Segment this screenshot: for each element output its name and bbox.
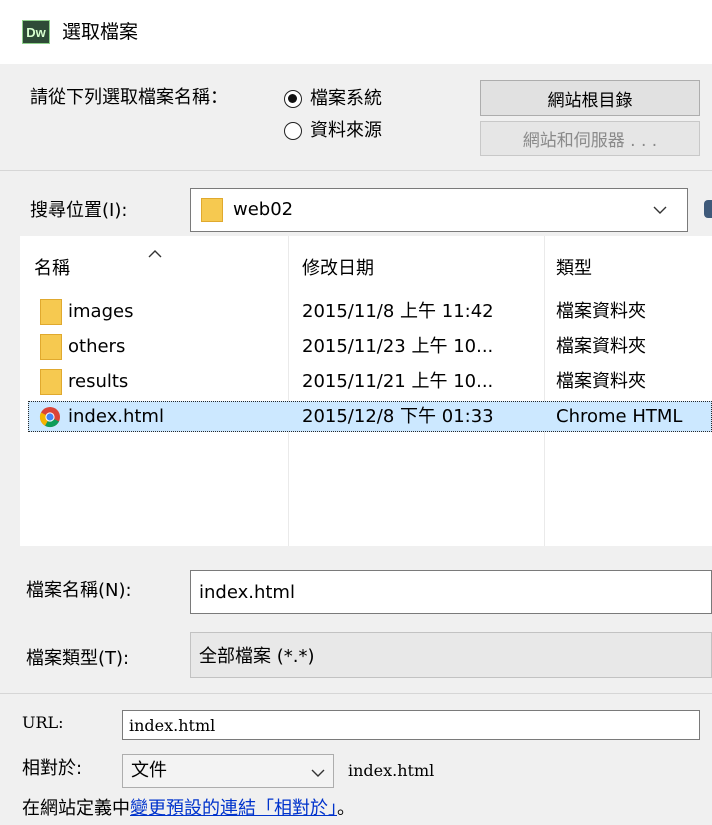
folder-icon xyxy=(40,369,62,395)
row-type: 檔案資料夾 xyxy=(556,336,646,357)
change-relative-link[interactable]: 變更預設的連結「相對於」 xyxy=(130,798,337,819)
look-in-value: web02 xyxy=(233,199,294,220)
table-row[interactable]: others 2015/11/23 上午 10... 檔案資料夾 xyxy=(34,332,712,362)
chevron-down-icon xyxy=(653,206,667,214)
file-name-label: 檔案名稱(N): xyxy=(26,580,132,601)
row-type: Chrome HTML xyxy=(556,406,683,427)
radio-file-system-indicator[interactable] xyxy=(284,90,302,108)
divider xyxy=(0,170,712,171)
folder-icon xyxy=(40,299,62,325)
look-in-dropdown[interactable]: web02 xyxy=(190,188,688,232)
relative-to-label: 相對於: xyxy=(22,758,83,779)
relative-to-value: 文件 xyxy=(131,760,167,781)
file-type-dropdown[interactable]: 全部檔案 (*.*) xyxy=(190,632,712,678)
divider xyxy=(0,693,712,694)
radio-data-source[interactable]: 資料來源 xyxy=(284,118,424,144)
column-header-name[interactable]: 名稱 xyxy=(34,256,70,282)
row-date: 2015/11/8 上午 11:42 xyxy=(302,301,494,322)
row-date: 2015/11/21 上午 10... xyxy=(302,371,494,392)
radio-file-system-label: 檔案系統 xyxy=(310,88,382,109)
footer-suffix: 。 xyxy=(337,798,355,819)
chevron-down-icon xyxy=(311,769,325,777)
dreamweaver-logo-icon: Dw xyxy=(22,20,50,44)
site-root-button[interactable]: 網站根目錄 xyxy=(480,80,700,116)
radio-file-system[interactable]: 檔案系統 xyxy=(284,86,424,112)
sites-and-servers-button[interactable]: 網站和伺服器 . . . xyxy=(480,121,700,156)
footer-note: 在網站定義中變更預設的連結「相對於」。 xyxy=(22,796,355,822)
row-type: 檔案資料夾 xyxy=(556,301,646,322)
table-row[interactable]: results 2015/11/21 上午 10... 檔案資料夾 xyxy=(34,367,712,397)
chrome-icon xyxy=(39,407,60,428)
footer-prefix: 在網站定義中 xyxy=(22,798,130,819)
row-name: images xyxy=(68,301,134,322)
toolbar-icon[interactable] xyxy=(704,200,712,218)
folder-icon xyxy=(201,198,223,222)
row-type: 檔案資料夾 xyxy=(556,371,646,392)
look-in-label: 搜尋位置(I): xyxy=(30,200,128,221)
relative-path: index.html xyxy=(348,761,435,780)
file-type-label: 檔案類型(T): xyxy=(26,648,130,669)
sort-ascending-icon xyxy=(148,250,162,258)
row-name: others xyxy=(68,336,126,357)
table-row-selected[interactable]: index.html 2015/12/8 下午 01:33 Chrome HTM… xyxy=(28,401,712,432)
row-date: 2015/12/8 下午 01:33 xyxy=(302,406,494,427)
table-row[interactable]: images 2015/11/8 上午 11:42 檔案資料夾 xyxy=(34,297,712,327)
row-name: results xyxy=(68,371,129,392)
folder-icon xyxy=(40,334,62,360)
row-name: index.html xyxy=(68,406,164,427)
radio-data-source-indicator[interactable] xyxy=(284,122,302,140)
column-header-type[interactable]: 類型 xyxy=(556,256,592,282)
source-label: 請從下列選取檔案名稱： xyxy=(30,87,228,108)
file-name-input[interactable]: index.html xyxy=(190,570,712,614)
url-label: URL: xyxy=(22,713,64,732)
window-title: 選取檔案 xyxy=(62,21,139,43)
relative-to-dropdown[interactable]: 文件 xyxy=(122,754,334,788)
file-list[interactable]: 名稱 修改日期 類型 images 2015/11/8 上午 11:42 檔案資… xyxy=(20,236,712,546)
column-header-date[interactable]: 修改日期 xyxy=(302,256,374,282)
row-date: 2015/11/23 上午 10... xyxy=(302,336,494,357)
radio-data-source-label: 資料來源 xyxy=(310,120,382,141)
url-input[interactable]: index.html xyxy=(122,710,700,740)
